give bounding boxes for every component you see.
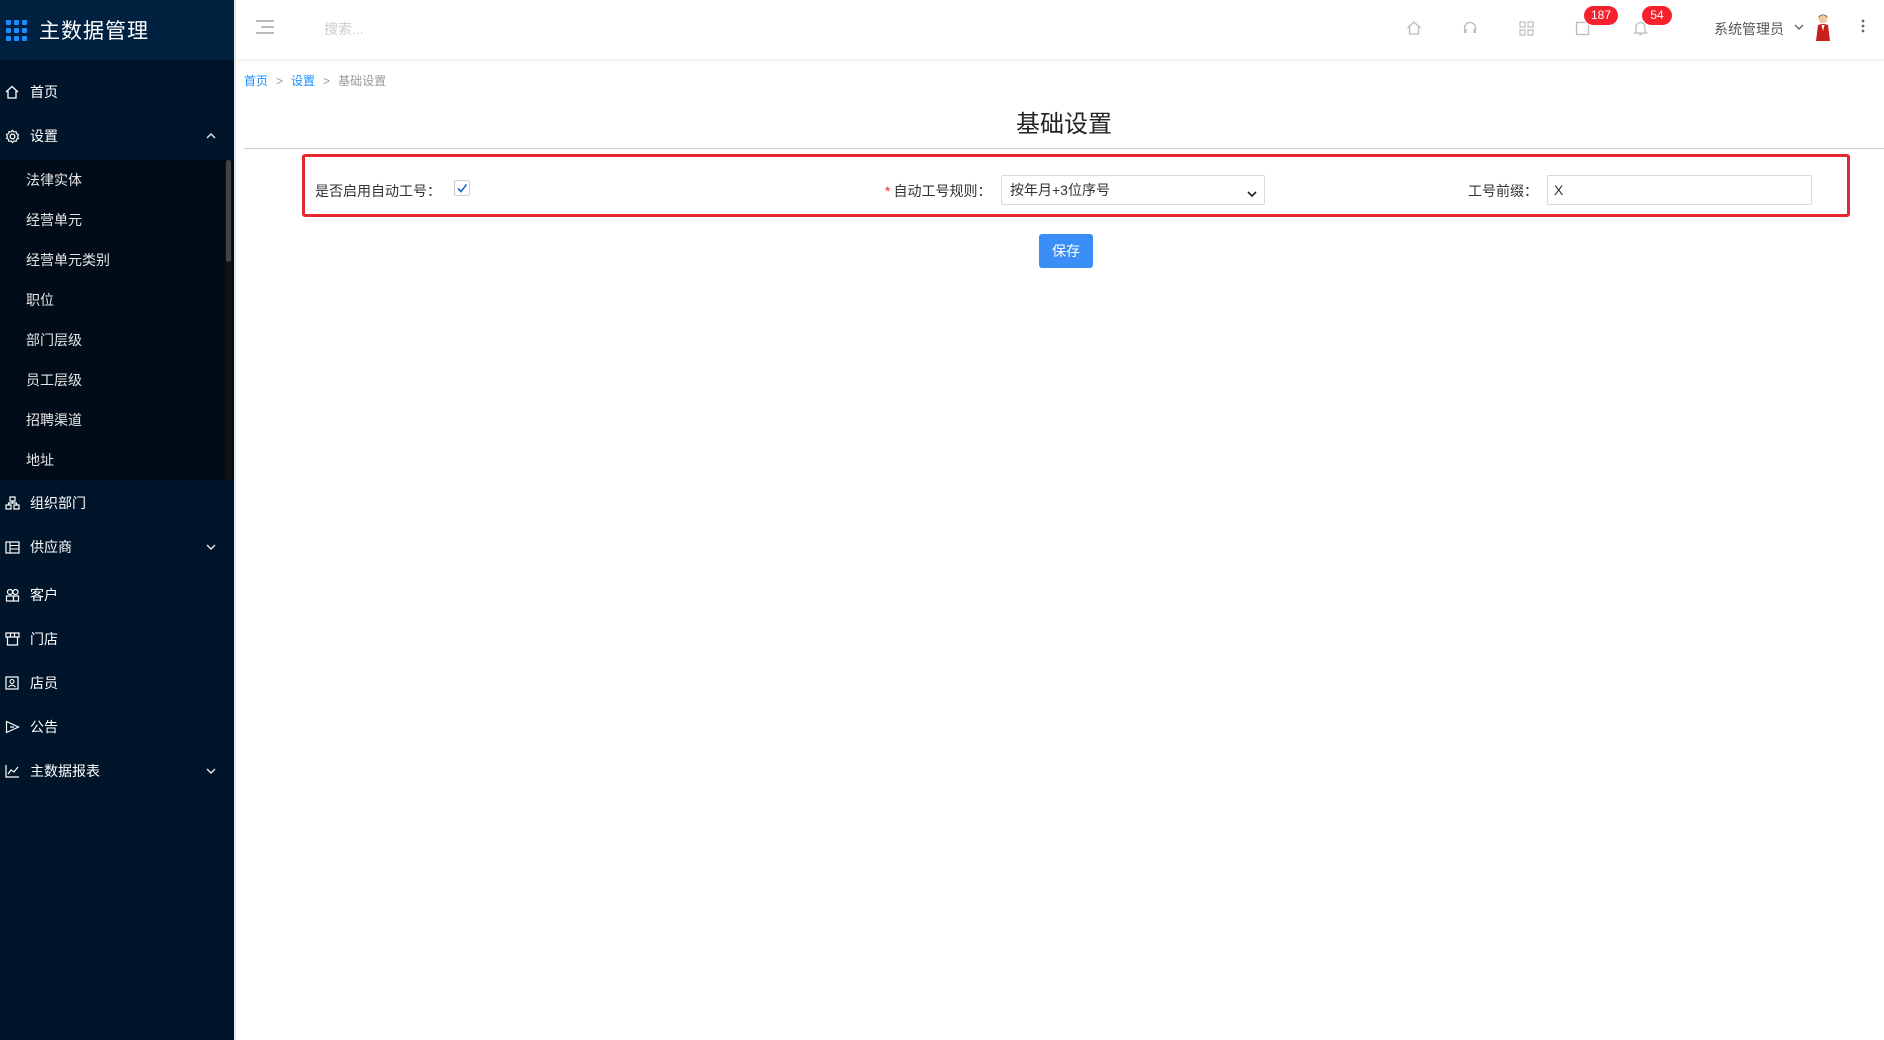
prefix-input[interactable] <box>1547 175 1812 205</box>
sidebar-divider <box>234 0 236 1040</box>
auto-number-label: 是否启用自动工号： <box>315 183 441 199</box>
submenu-item-business-unit-type[interactable]: 经营单元类别 <box>26 250 110 270</box>
rule-select[interactable]: 按年月+3位序号 <box>1001 175 1265 205</box>
sidebar-item-label: 主数据报表 <box>30 763 100 779</box>
menu-fold-icon[interactable] <box>256 20 274 34</box>
top-header: 187 54 系统管理员 <box>236 0 1884 60</box>
sidebar-item-home[interactable]: 首页 <box>0 72 234 112</box>
sidebar-item-report[interactable]: 主数据报表 <box>0 751 234 791</box>
page-title: 基础设置 <box>244 104 1884 149</box>
rule-label: * 自动工号规则： <box>885 183 992 199</box>
settings-form: 是否启用自动工号： * 自动工号规则： 按年月+3位序号 工号前缀： <box>315 175 1815 207</box>
chevron-down-icon <box>206 541 216 553</box>
message-icon[interactable]: 187 <box>1570 6 1619 40</box>
breadcrumb: 首页 > 设置 > 基础设置 <box>244 72 386 89</box>
sidebar-item-store[interactable]: 门店 <box>0 619 234 659</box>
chevron-up-icon <box>206 130 216 142</box>
store-icon <box>2 632 22 646</box>
breadcrumb-current: 基础设置 <box>338 74 387 88</box>
sidebar-item-label: 门店 <box>30 631 58 647</box>
bell-icon[interactable]: 54 <box>1628 6 1672 40</box>
home-icon <box>2 85 22 99</box>
sidebar-item-organization[interactable]: 组织部门 <box>0 483 234 523</box>
breadcrumb-separator: > <box>323 73 331 88</box>
notice-icon <box>2 720 22 734</box>
submenu-item-business-unit[interactable]: 经营单元 <box>26 210 82 230</box>
message-count-badge: 187 <box>1584 6 1619 25</box>
notification-count-badge: 54 <box>1642 6 1672 25</box>
avatar[interactable] <box>1812 13 1834 43</box>
search-input[interactable] <box>324 18 544 40</box>
sidebar-item-label: 供应商 <box>30 539 72 555</box>
sidebar-item-notice[interactable]: 公告 <box>0 707 234 747</box>
sidebar-item-label: 首页 <box>30 84 58 100</box>
customer-icon <box>2 588 22 602</box>
submenu-item-department-level[interactable]: 部门层级 <box>26 330 82 350</box>
line-chart-icon <box>2 764 22 778</box>
submenu-item-legal-entity[interactable]: 法律实体 <box>26 170 82 190</box>
sidebar-item-label: 组织部门 <box>30 495 86 511</box>
breadcrumb-separator: > <box>276 73 284 88</box>
gear-icon <box>2 129 22 144</box>
submenu-item-recruit-channel[interactable]: 招聘渠道 <box>26 410 82 430</box>
sidebar-item-clerk[interactable]: 店员 <box>0 663 234 703</box>
more-vertical-icon[interactable] <box>1861 18 1865 39</box>
app-title: 主数据管理 <box>39 20 149 43</box>
apps-icon[interactable] <box>1514 16 1538 40</box>
save-button[interactable]: 保存 <box>1039 234 1093 268</box>
sidebar: 主数据管理 首页 设置 法律实体 经营单元 经营单元类别 职位 部门层级 员工层… <box>0 0 234 1040</box>
auto-number-checkbox[interactable] <box>454 180 470 196</box>
chevron-down-icon <box>206 765 216 777</box>
sidebar-item-supplier[interactable]: 供应商 <box>0 527 234 567</box>
sidebar-item-label: 客户 <box>30 587 58 603</box>
chevron-down-icon <box>1247 185 1257 201</box>
home-icon[interactable] <box>1402 16 1426 40</box>
submenu-item-address[interactable]: 地址 <box>26 450 54 470</box>
sidebar-item-label: 店员 <box>30 675 58 691</box>
chevron-down-icon[interactable] <box>1794 18 1804 36</box>
supplier-icon <box>2 540 22 554</box>
rule-select-value: 按年月+3位序号 <box>1010 182 1110 198</box>
headset-icon[interactable] <box>1458 16 1482 40</box>
sidebar-item-customer[interactable]: 客户 <box>0 575 234 615</box>
org-icon <box>2 496 22 510</box>
sidebar-item-label: 公告 <box>30 719 58 735</box>
breadcrumb-home[interactable]: 首页 <box>244 72 268 89</box>
settings-submenu: 法律实体 经营单元 经营单元类别 职位 部门层级 员工层级 招聘渠道 地址 <box>0 160 234 480</box>
apps-grid-icon <box>6 19 27 41</box>
sidebar-item-label: 设置 <box>30 128 58 144</box>
check-icon <box>457 184 468 193</box>
required-mark: * <box>885 183 891 199</box>
prefix-label: 工号前缀： <box>1468 183 1538 199</box>
breadcrumb-settings[interactable]: 设置 <box>291 72 315 89</box>
clerk-icon <box>2 676 22 690</box>
submenu-item-employee-level[interactable]: 员工层级 <box>26 370 82 390</box>
app-logo[interactable]: 主数据管理 <box>0 0 234 60</box>
sidebar-item-settings[interactable]: 设置 <box>0 116 234 156</box>
submenu-scrollbar[interactable] <box>225 160 232 480</box>
submenu-item-position[interactable]: 职位 <box>26 290 54 310</box>
user-name[interactable]: 系统管理员 <box>1714 19 1784 39</box>
